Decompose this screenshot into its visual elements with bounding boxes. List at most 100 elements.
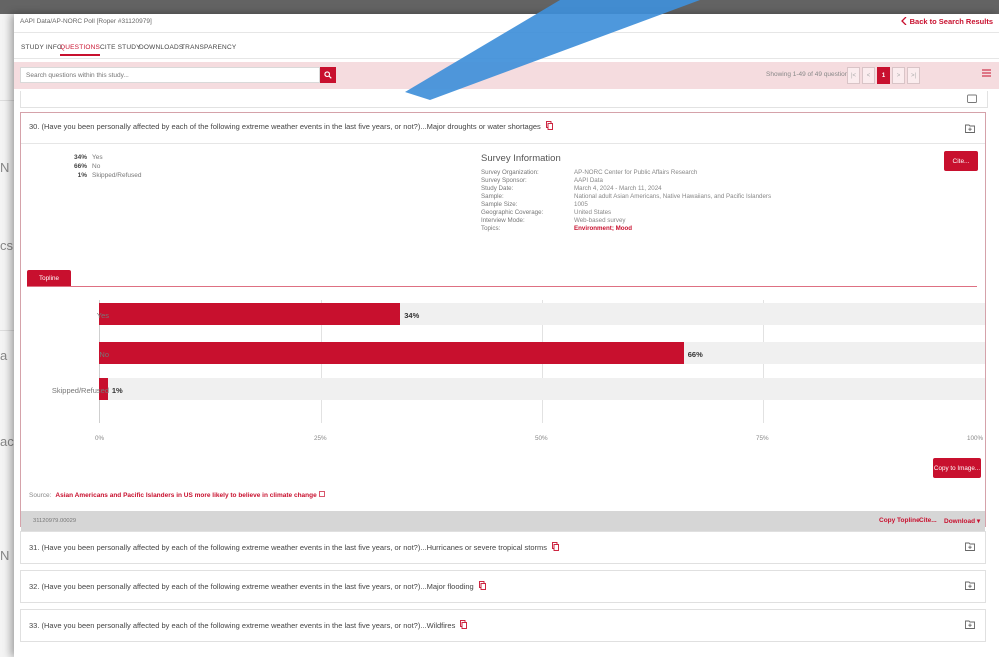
breadcrumb: AAPI Data/AP-NORC Poll [Roper #31120979] bbox=[20, 18, 152, 25]
first-page-icon[interactable]: |< bbox=[847, 67, 860, 84]
back-to-search-link[interactable]: Back to Search Results bbox=[900, 16, 993, 26]
source-link[interactable]: Asian Americans and Pacific Islanders in… bbox=[55, 491, 325, 499]
page-number-current[interactable]: 1 bbox=[877, 67, 890, 84]
tab-study-info[interactable]: STUDY INFO bbox=[21, 44, 62, 51]
bg-text-fragment: a bbox=[0, 348, 8, 363]
folder-add-icon[interactable] bbox=[967, 94, 977, 103]
question-card-collapsed[interactable]: 31. (Have you been personally affected b… bbox=[20, 531, 986, 564]
question-title: 33. (Have you been personally affected b… bbox=[29, 620, 468, 630]
survey-info-row: Topics: Environment; Mood bbox=[481, 225, 632, 232]
question-title: 32. (Have you been personally affected b… bbox=[29, 581, 486, 591]
question-title-text: 31. (Have you been personally affected b… bbox=[29, 543, 548, 552]
chart-bar[interactable] bbox=[99, 303, 401, 325]
folder-add-icon[interactable] bbox=[965, 619, 975, 629]
bg-text-fragment: N bbox=[0, 548, 10, 563]
survey-info-key: Sample Size: bbox=[481, 201, 518, 208]
copy-topline-link[interactable]: Copy Topline bbox=[879, 517, 920, 524]
chart-data-label: 1% bbox=[111, 386, 123, 395]
back-link-label: Back to Search Results bbox=[909, 17, 993, 26]
folder-add-icon[interactable] bbox=[965, 541, 975, 551]
question-title: 30. (Have you been personally affected b… bbox=[29, 121, 553, 131]
response-label: Skipped/Refused bbox=[92, 172, 142, 179]
folder-add-icon[interactable] bbox=[965, 123, 975, 133]
survey-info-key: Interview Mode: bbox=[481, 217, 525, 224]
tab-questions[interactable]: QUESTIONS bbox=[60, 44, 101, 56]
response-pct: 1% bbox=[77, 172, 87, 179]
survey-info-row: Interview Mode: Web-based survey bbox=[481, 217, 625, 224]
survey-info-value: AP-NORC Center for Public Affairs Resear… bbox=[574, 169, 698, 176]
previous-question-card bbox=[20, 91, 988, 108]
bg-text-fragment: N bbox=[0, 160, 10, 175]
survey-info-value: United States bbox=[574, 209, 612, 216]
study-tabs: STUDY INFO QUESTIONS CITE STUDY DOWNLOAD… bbox=[14, 38, 999, 59]
chart-data-label: 34% bbox=[404, 311, 420, 320]
source-line: Source: Asian Americans and Pacific Islan… bbox=[29, 491, 325, 499]
hamburger-menu-icon[interactable] bbox=[982, 69, 991, 77]
source-link-text: Asian Americans and Pacific Islanders in… bbox=[55, 492, 317, 499]
bg-text-fragment: cs bbox=[0, 238, 13, 253]
next-page-icon[interactable]: > bbox=[892, 67, 905, 84]
chart-tick-label: 0% bbox=[95, 435, 105, 442]
question-footer: 31120979.00029 Copy Topline Cite... Down… bbox=[21, 511, 985, 532]
response-pct: 34% bbox=[73, 154, 87, 161]
question-card-collapsed[interactable]: 33. (Have you been personally affected b… bbox=[20, 609, 986, 642]
survey-info-value: National adult Asian Americans, Native H… bbox=[574, 193, 772, 200]
survey-info-key: Study Date: bbox=[481, 185, 514, 192]
chart-category-label: No bbox=[99, 350, 109, 359]
response-row: 1% Skipped/Refused bbox=[61, 172, 142, 179]
response-row: 66% No bbox=[61, 163, 100, 170]
copy-icon[interactable] bbox=[460, 620, 468, 629]
question-header[interactable]: 30. (Have you been personally affected b… bbox=[21, 113, 985, 144]
search-bar: Showing 1-49 of 49 questions |< < 1 > >| bbox=[14, 62, 999, 89]
tab-transparency[interactable]: TRANSPARENCY bbox=[181, 44, 236, 51]
pagination: |< < 1 > >| bbox=[847, 67, 920, 84]
response-pct: 66% bbox=[73, 163, 87, 170]
survey-info-heading: Survey Information bbox=[481, 153, 561, 164]
survey-info-key: Survey Sponsor: bbox=[481, 177, 527, 184]
search-button[interactable] bbox=[320, 67, 336, 83]
copy-to-image-button[interactable]: Copy to Image... bbox=[933, 458, 981, 478]
chart-category-label: Yes bbox=[96, 311, 109, 320]
survey-info-row: Study Date: March 4, 2024 - March 11, 202… bbox=[481, 185, 662, 192]
cite-button[interactable]: Cite... bbox=[944, 151, 978, 171]
question-card-expanded: 30. (Have you been personally affected b… bbox=[20, 112, 986, 532]
chart-tick-label: 75% bbox=[756, 435, 769, 442]
survey-info-row: Survey Sponsor: AAPI Data bbox=[481, 177, 603, 184]
question-id: 31120979.00029 bbox=[33, 518, 77, 524]
chart-data-label: 66% bbox=[687, 350, 703, 359]
search-icon bbox=[324, 71, 332, 79]
question-card-collapsed[interactable]: 32. (Have you been personally affected b… bbox=[20, 570, 986, 603]
chart-tick-label: 100% bbox=[967, 435, 984, 442]
prev-page-icon[interactable]: < bbox=[862, 67, 875, 84]
chart-bar[interactable] bbox=[99, 342, 684, 364]
tab-topline[interactable]: Topline bbox=[27, 270, 71, 286]
survey-info-row: Geographic Coverage: United States bbox=[481, 209, 611, 216]
copy-icon[interactable] bbox=[545, 121, 553, 130]
survey-info-value: 1005 bbox=[574, 201, 588, 208]
tab-cite-study[interactable]: CITE STUDY bbox=[100, 44, 141, 51]
caret-down-icon: ▾ bbox=[976, 518, 981, 525]
window-shadow bbox=[0, 0, 999, 14]
chart-category-label: Skipped/Refused bbox=[51, 386, 109, 395]
download-dropdown[interactable]: Download ▾ bbox=[944, 517, 980, 525]
chart-tick-label: 50% bbox=[535, 435, 548, 442]
topics-link[interactable]: Environment; Mood bbox=[574, 225, 632, 232]
survey-info-row: Survey Organization: AP-NORC Center for P… bbox=[481, 169, 697, 176]
top-bar: AAPI Data/AP-NORC Poll [Roper #31120979]… bbox=[14, 14, 999, 33]
response-row: 34% Yes bbox=[61, 154, 103, 161]
copy-icon[interactable] bbox=[552, 542, 560, 551]
tab-downloads[interactable]: DOWNLOADS bbox=[139, 44, 183, 51]
question-title-text: 33. (Have you been personally affected b… bbox=[29, 621, 456, 630]
folder-add-icon[interactable] bbox=[965, 580, 975, 590]
cite-link[interactable]: Cite... bbox=[919, 517, 937, 524]
copy-icon[interactable] bbox=[478, 581, 486, 590]
topline-divider bbox=[27, 286, 977, 287]
question-search-input[interactable] bbox=[20, 67, 320, 83]
question-title-text: 30. (Have you been personally affected b… bbox=[29, 122, 541, 131]
survey-info-key: Sample: bbox=[481, 193, 504, 200]
app-window: AAPI Data/AP-NORC Poll [Roper #31120979]… bbox=[14, 14, 999, 657]
last-page-icon[interactable]: >| bbox=[907, 67, 920, 84]
question-title-text: 32. (Have you been personally affected b… bbox=[29, 582, 474, 591]
survey-info-value: March 4, 2024 - March 11, 2024 bbox=[574, 185, 662, 192]
chart-bar-track bbox=[99, 378, 985, 400]
